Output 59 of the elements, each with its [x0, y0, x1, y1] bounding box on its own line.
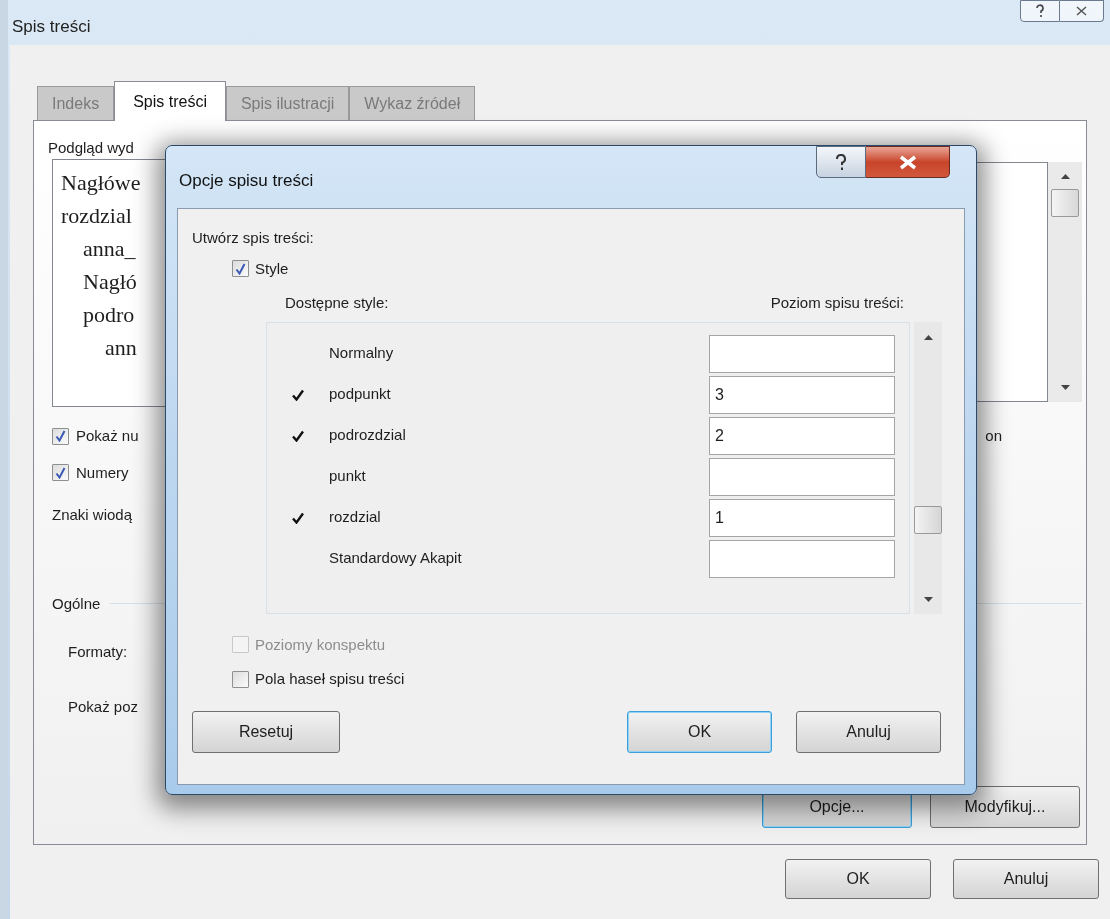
checkbox-label: Pokaż nu	[76, 426, 139, 446]
style-name: Normalny	[329, 343, 395, 364]
checkbox-label: Style	[255, 258, 289, 279]
reset-button[interactable]: Resetuj	[192, 710, 340, 753]
checkbox-label: Pola haseł spisu treści	[255, 669, 405, 689]
levels-label: Pokaż poz	[68, 696, 139, 717]
checkbox-label: Poziomy konspektu	[255, 634, 386, 655]
level-field[interactable]: 2	[709, 416, 895, 455]
level-field[interactable]: 1	[709, 498, 895, 537]
preview-line: anna_	[82, 235, 137, 263]
level-field[interactable]	[709, 457, 895, 496]
scroll-down-icon	[1060, 385, 1070, 390]
level-field[interactable]: 3	[709, 375, 895, 414]
style-name: rozdzial	[329, 507, 382, 528]
options-button[interactable]: Modyfikuj...	[930, 786, 1080, 828]
style-name: Standardowy Akapit	[329, 548, 463, 569]
preview-line: ann	[104, 334, 138, 362]
close-icon	[1076, 6, 1087, 16]
checkbox[interactable]	[232, 260, 249, 278]
close-icon	[897, 154, 918, 170]
section-title: Ogólne	[52, 593, 101, 614]
dialog-button[interactable]: Anuluj	[796, 710, 941, 753]
level-field[interactable]	[709, 539, 895, 578]
scroll-thumb[interactable]	[914, 505, 942, 534]
dialog-title: Opcje spisu treści	[179, 170, 314, 192]
dialog-button[interactable]: OK	[785, 859, 931, 899]
scroll-up-icon	[1060, 174, 1070, 179]
window-title: Spis treści	[12, 16, 91, 38]
style-name: podpunkt	[329, 384, 392, 405]
scroll-up-icon	[923, 334, 933, 340]
column-header: Dostępne style:	[285, 293, 389, 313]
level-field[interactable]	[709, 334, 895, 373]
option-label: on	[985, 426, 1002, 446]
formats-label: Formaty:	[68, 642, 128, 662]
preview-line: Nagłówe	[61, 169, 142, 197]
scroll-thumb[interactable]	[1051, 189, 1079, 217]
section-label: Utwórz spis treści:	[192, 228, 315, 248]
help-button[interactable]	[816, 146, 866, 178]
checkbox[interactable]	[52, 427, 69, 445]
dialog-button[interactable]: Anuluj	[953, 859, 1099, 899]
help-icon	[1035, 4, 1045, 18]
column-header: Poziom spisu treści:	[770, 293, 904, 313]
style-name: podrozdzial	[329, 425, 407, 446]
help-button[interactable]	[1020, 0, 1060, 22]
preview-line: Nagłó	[82, 268, 138, 296]
scrollbar[interactable]	[1048, 162, 1082, 402]
preview-label: Podgląd wyd	[48, 138, 135, 158]
close-button[interactable]	[866, 146, 950, 178]
checkbox[interactable]	[52, 464, 69, 482]
checkbox-label: Numery	[76, 462, 129, 483]
preview-line: rozdzial	[61, 202, 133, 230]
scrollbar[interactable]	[914, 321, 942, 614]
help-icon	[835, 153, 847, 171]
checkbox[interactable]	[232, 670, 249, 688]
style-name: punkt	[329, 466, 367, 487]
preview-line: podro	[82, 301, 136, 329]
leader-label: Znaki wiodą	[52, 505, 133, 525]
tab[interactable]: Spis treści	[114, 81, 226, 121]
dialog-button[interactable]: OK	[627, 710, 772, 753]
